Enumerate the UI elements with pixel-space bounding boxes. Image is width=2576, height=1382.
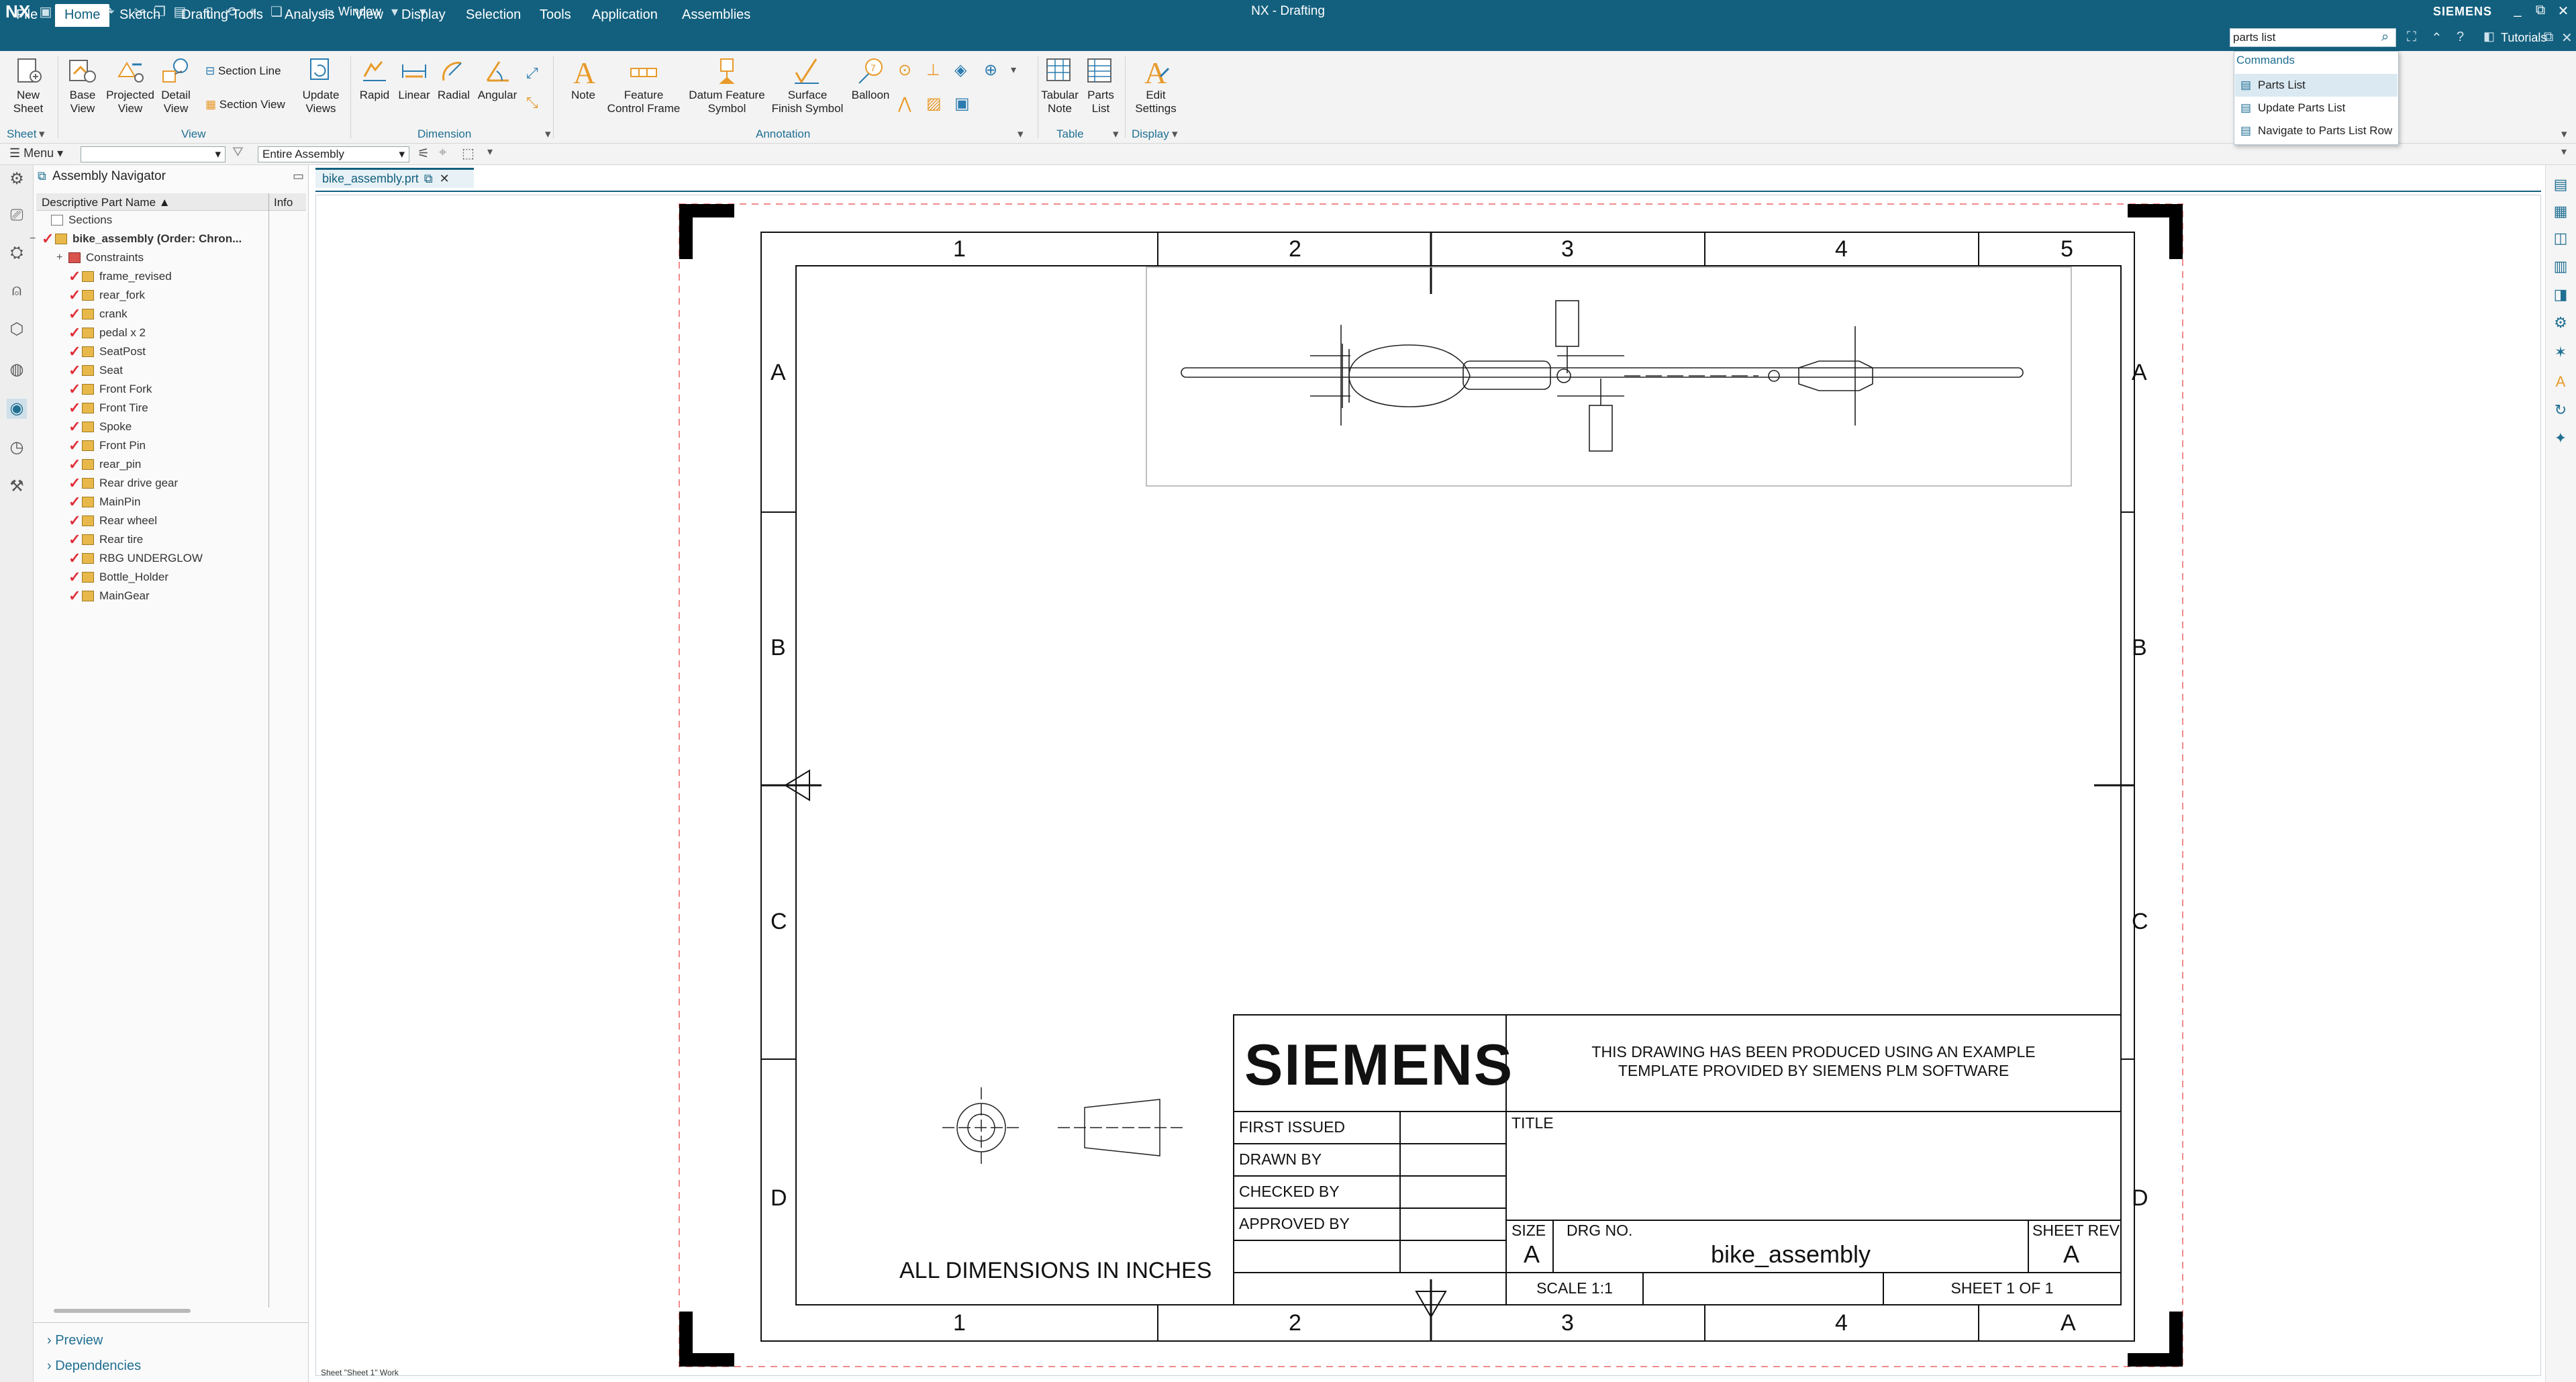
zone-dividers — [761, 232, 2134, 1341]
zone-col-bottom-4: 4 — [1835, 1310, 1848, 1336]
symbol-settings-icon[interactable]: ✶ — [2550, 344, 2571, 364]
approved-by-label: APPROVED BY — [1239, 1215, 1350, 1232]
drawing-sheet — [679, 203, 2183, 1367]
view-boundary — [1146, 266, 2072, 487]
sheet-rev-label: SHEET REV — [2032, 1222, 2120, 1239]
result-label: Navigate to Parts List Row — [2258, 124, 2393, 137]
sheet-settings-icon[interactable]: ▦ — [2550, 203, 2571, 223]
nx-drafting-window: NX ▣ ↶ ↷ ✂ ❐ ▤ ▯ ⟲ ⌖ ❏ ▭ Window ▾ ▾ NX -… — [0, 0, 2576, 1382]
zone-row-left-c: C — [771, 909, 787, 934]
outer-border — [760, 232, 2135, 1342]
title-label: TITLE — [1512, 1114, 1554, 1132]
scale-value: SCALE 1:1 — [1536, 1279, 1613, 1297]
update-parts-list-icon: ▤ — [2240, 101, 2252, 114]
siemens-logo: SIEMENS — [1244, 1033, 1514, 1097]
zone-col-top-5: 5 — [2061, 236, 2073, 262]
zone-row-right-c: C — [2132, 909, 2148, 934]
zone-col-bottom-5: A — [2061, 1310, 2076, 1336]
favorites-icon[interactable]: ✦ — [2550, 430, 2571, 450]
result-navigate-parts-list-row[interactable]: ▤ Navigate to Parts List Row — [2235, 119, 2397, 142]
size-value: A — [1524, 1240, 1540, 1268]
refresh-icon[interactable]: ↻ — [2550, 401, 2571, 422]
handlebar-axle — [1181, 367, 2024, 378]
zone-col-top-1: 1 — [953, 236, 966, 262]
zone-row-right-b: B — [2132, 635, 2147, 660]
view-style-icon[interactable]: ◫ — [2550, 230, 2571, 250]
layer-settings-icon[interactable]: ▤ — [2550, 176, 2571, 196]
projection-symbol — [942, 1087, 1187, 1168]
navigate-parts-list-icon: ▤ — [2240, 124, 2252, 137]
zone-row-right-a: A — [2132, 360, 2147, 385]
rear-fork-shape — [1798, 360, 1873, 391]
result-parts-list[interactable]: ▤ Parts List — [2235, 74, 2397, 97]
disclaimer-line-1: THIS DRAWING HAS BEEN PRODUCED USING AN … — [1591, 1043, 2036, 1060]
drg-no-value: bike_assembly — [1710, 1240, 1871, 1268]
sheet-count: SHEET 1 OF 1 — [1950, 1279, 2054, 1297]
seat-post — [1310, 344, 1350, 408]
result-label: Update Parts List — [2258, 101, 2346, 114]
commands-heading: Commands — [2236, 54, 2295, 66]
seat-shape — [1348, 344, 1471, 407]
corner-mark-top-left — [679, 204, 734, 259]
corner-mark-bottom-right — [2128, 1312, 2183, 1367]
crank-center — [1556, 368, 1571, 383]
drawn-by-label: DRAWN BY — [1239, 1150, 1322, 1168]
disclaimer-line-2: TEMPLATE PROVIDED BY SIEMENS PLM SOFTWAR… — [1618, 1062, 2010, 1079]
rear-hub — [1768, 370, 1780, 382]
frame-shape — [1463, 360, 1551, 390]
corner-mark-bottom-left — [679, 1312, 734, 1367]
result-label: Parts List — [2258, 79, 2306, 91]
annotation-settings-icon[interactable]: ◨ — [2550, 286, 2571, 306]
zone-col-bottom-1: 1 — [953, 1310, 966, 1336]
pedal-lower — [1589, 405, 1613, 452]
dimensions-note: ALL DIMENSIONS IN INCHES — [899, 1258, 1212, 1283]
parts-list-icon: ▤ — [2240, 79, 2252, 91]
drafting-preferences-icon[interactable]: ⚙ — [2550, 314, 2571, 334]
zone-row-right-d: D — [2132, 1185, 2148, 1211]
status-bar-text: Sheet "Sheet 1" Work — [321, 1368, 399, 1377]
checked-by-label: CHECKED BY — [1239, 1183, 1340, 1200]
wheel-axes — [1340, 325, 1856, 426]
size-label: SIZE — [1512, 1222, 1546, 1239]
zone-col-top-2: 2 — [1289, 236, 1301, 262]
sheet-rev-value: A — [2063, 1240, 2080, 1268]
zone-row-left-b: B — [771, 635, 786, 660]
pedal-upper — [1555, 300, 1579, 347]
inner-border — [795, 265, 2122, 1305]
first-issued-label: FIRST ISSUED — [1239, 1118, 1346, 1136]
result-update-parts-list[interactable]: ▤ Update Parts List — [2235, 97, 2397, 119]
zone-col-top-4: 4 — [1835, 236, 1848, 262]
sheet-boundary — [679, 203, 2183, 1367]
corner-mark-top-right — [2128, 204, 2183, 259]
table-settings-icon[interactable]: ▥ — [2550, 258, 2571, 278]
zone-col-bottom-2: 2 — [1289, 1310, 1301, 1336]
zone-col-bottom-3: 3 — [1561, 1310, 1574, 1336]
zone-col-top-3: 3 — [1561, 236, 1574, 262]
bike-assembly-view — [1146, 266, 2072, 487]
text-settings-icon[interactable]: A — [2550, 373, 2571, 393]
drg-no-label: DRG NO. — [1567, 1222, 1633, 1239]
zone-row-left-a: A — [771, 360, 786, 385]
zone-row-left-d: D — [771, 1185, 787, 1211]
crank-arm — [1557, 346, 1624, 405]
